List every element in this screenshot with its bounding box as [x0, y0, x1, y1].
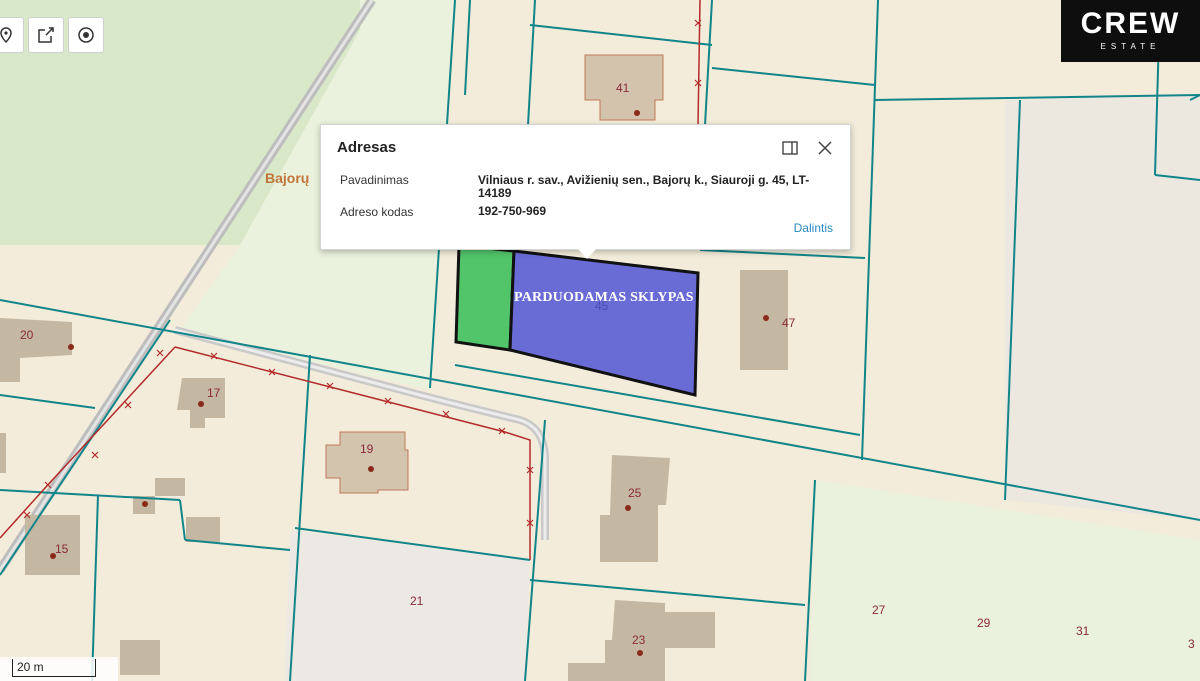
house-number-31: 31	[1076, 624, 1090, 638]
building-small-1	[155, 478, 185, 496]
house-number-41: 41	[616, 81, 630, 95]
building-small-3	[186, 517, 220, 542]
house-number-21: 21	[410, 594, 424, 608]
house-number-47: 47	[782, 316, 796, 330]
building-small-4	[120, 640, 160, 675]
house-number-45: 45	[595, 299, 609, 313]
house-number-17: 17	[207, 386, 221, 400]
house-number-19: 19	[360, 442, 374, 456]
building-20	[0, 318, 72, 382]
popup-title: Adresas	[337, 139, 397, 156]
scale-bar: 20 m	[0, 657, 118, 681]
cadastral-map[interactable]	[0, 0, 1200, 681]
field-south	[285, 530, 530, 681]
close-icon[interactable]	[816, 139, 834, 157]
building-edge	[0, 433, 6, 473]
target-button[interactable]	[68, 17, 104, 53]
building-25	[600, 455, 670, 562]
house-number-3: 3	[1188, 637, 1195, 651]
crew-estate-logo: CREW ESTATE	[1061, 0, 1200, 62]
house-number-15: 15	[55, 542, 69, 556]
name-label: Pavadinimas	[340, 173, 409, 187]
popup-pointer	[578, 249, 596, 259]
red-boundary-north	[697, 0, 701, 126]
scale-label: 20 m	[17, 660, 44, 674]
share-link[interactable]: Dalintis	[794, 221, 833, 235]
map-pin-button[interactable]	[0, 17, 24, 53]
logo-brand: CREW	[1080, 7, 1181, 40]
logo-sub: ESTATE	[1100, 42, 1161, 51]
house-number-27: 27	[872, 603, 886, 617]
address-popup: Adresas Pavadinimas Vilniaus r. sav., Av…	[320, 124, 851, 250]
house-number-20: 20	[20, 328, 34, 342]
code-value: 192-750-969	[478, 204, 547, 218]
name-value: Vilniaus r. sav., Avižienių sen., Bajorų…	[478, 173, 810, 200]
house-number-23: 23	[632, 633, 646, 647]
green-plot[interactable]	[454, 243, 516, 352]
road-label: Bajorų	[265, 170, 310, 186]
code-label: Adreso kodas	[340, 205, 414, 219]
target-icon	[78, 27, 94, 43]
map-pin-icon	[0, 27, 12, 44]
selected-plot[interactable]	[508, 249, 700, 397]
lot-east-grey	[1005, 95, 1200, 520]
house-number-25: 25	[628, 486, 642, 500]
share-export-button[interactable]	[28, 17, 64, 53]
share-export-icon	[38, 27, 54, 43]
dock-panel-icon[interactable]	[781, 139, 799, 157]
house-number-29: 29	[977, 616, 991, 630]
